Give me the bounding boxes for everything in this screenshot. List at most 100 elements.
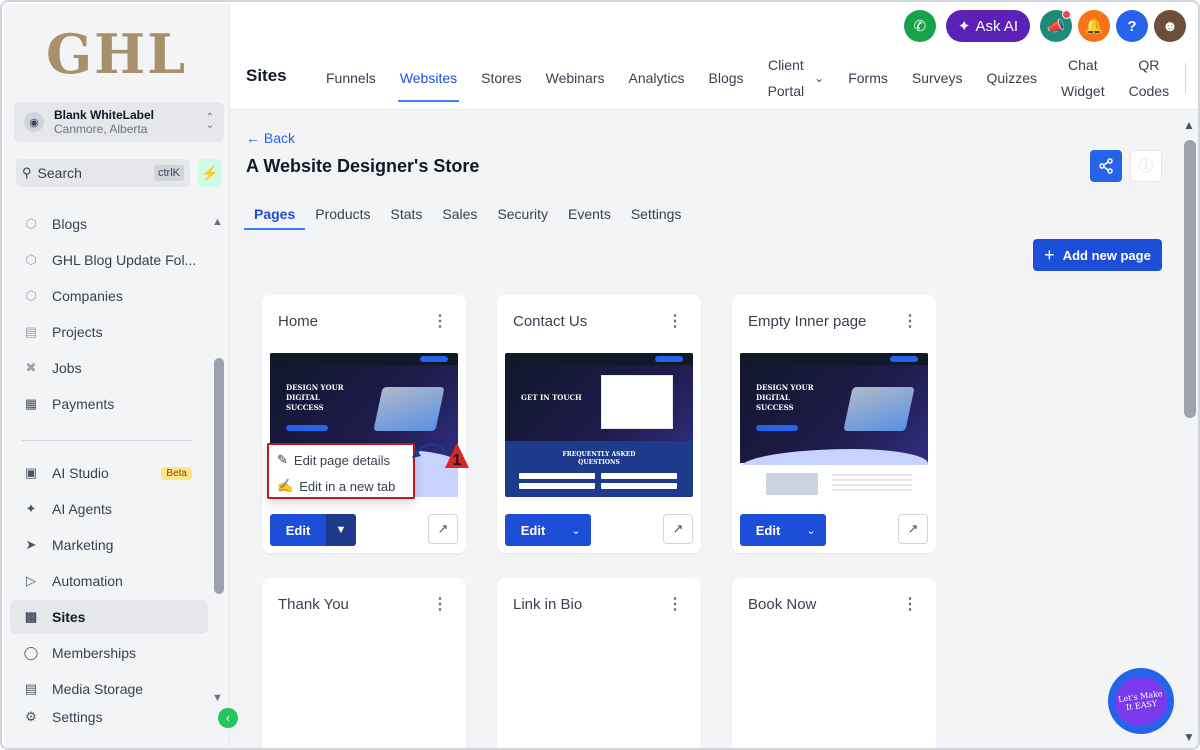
sidebar-item-marketing[interactable]: ➤ Marketing — [10, 528, 208, 562]
page-card-home[interactable]: Home ⋮ DESIGN YOUR DIGITAL SUCCESS Edit … — [262, 295, 466, 553]
quick-action-bolt-icon[interactable]: ⚡ — [198, 159, 222, 187]
thumbnail-cta — [756, 425, 798, 431]
tab-quizzes[interactable]: Quizzes — [974, 52, 1049, 104]
main-scrollbar-thumb[interactable] — [1184, 140, 1196, 418]
location-switcher[interactable]: ◉ Blank WhiteLabel Canmore, Alberta ⌃ ⌄ — [14, 102, 224, 142]
top-header: ✆ ✦ Ask AI 📣 🔔 ? ☻ Sites Funnels Website… — [230, 4, 1198, 110]
tab-client-portal[interactable]: Client Portal ⌄ — [756, 52, 837, 104]
ask-ai-label: Ask AI — [975, 17, 1018, 35]
thumbnail-nav — [270, 353, 458, 365]
sidebar-item-automation[interactable]: ▷ Automation — [10, 564, 208, 598]
scroll-up-icon[interactable]: ▲ — [212, 216, 223, 228]
page-card-contact-us[interactable]: Contact Us ⋮ GET IN TOUCH FREQUENTLY ASK… — [497, 295, 701, 553]
external-link-icon[interactable]: ↗ — [663, 514, 693, 544]
subtab-sales[interactable]: Sales — [432, 200, 487, 232]
user-avatar[interactable]: ☻ — [1154, 10, 1186, 42]
share-button[interactable] — [1090, 150, 1122, 182]
scroll-down-icon[interactable]: ▼ — [1183, 730, 1195, 744]
thumbnail-headline: GET IN TOUCH — [521, 393, 582, 402]
tools-icon: ✖ — [25, 360, 37, 375]
chevron-down-icon[interactable]: ▼ — [326, 514, 356, 546]
thumbnail-form — [601, 375, 673, 429]
sidebar-item-companies[interactable]: ⬡ Companies — [10, 279, 208, 313]
kebab-menu-icon[interactable]: ⋮ — [902, 311, 918, 331]
megaphone-icon[interactable]: 📣 — [1040, 10, 1072, 42]
thumbnail-faq-row — [601, 473, 677, 479]
page-card-link-in-bio[interactable]: Link in Bio ⋮ — [497, 578, 701, 748]
sidebar-item-memberships[interactable]: ◯ Memberships — [10, 636, 208, 670]
tab-forms[interactable]: Forms — [836, 52, 900, 104]
edit-square-icon: ✍ — [277, 478, 294, 493]
sidebar-search[interactable]: ⚲ Search ctrlK — [16, 159, 190, 187]
page-thumbnail[interactable]: GET IN TOUCH FREQUENTLY ASKED QUESTIONS — [505, 353, 693, 497]
external-link-icon[interactable]: ↗ — [898, 514, 928, 544]
ask-ai-button[interactable]: ✦ Ask AI — [945, 10, 1030, 42]
sidebar-item-blogs[interactable]: ⬡ Blogs — [10, 207, 208, 241]
ai-studio-icon: ▣ — [24, 465, 38, 480]
kebab-menu-icon[interactable]: ⋮ — [902, 594, 918, 614]
subtab-pages[interactable]: Pages — [244, 200, 306, 232]
sidebar-item-label: GHL Blog Update Fol... — [52, 252, 197, 268]
tab-blogs[interactable]: Blogs — [697, 52, 756, 104]
tab-funnels[interactable]: Funnels — [314, 52, 388, 104]
menu-item-edit-in-new-tab[interactable]: ✍ Edit in a new tab — [277, 475, 395, 497]
sidebar-item-label: Automation — [52, 573, 123, 589]
cube-icon: ⬡ — [25, 288, 37, 303]
edit-button[interactable]: Edit — [740, 514, 796, 546]
sidebar-divider — [22, 440, 192, 441]
sidebar-item-settings[interactable]: ⚙ Settings — [10, 700, 208, 734]
chevron-down-icon[interactable]: ⌄ — [561, 514, 591, 546]
clipboard-icon: ▤ — [24, 324, 38, 339]
edit-button-group: Edit ▼ — [270, 514, 356, 546]
sidebar-item-ghl-blog-update[interactable]: ⬡ GHL Blog Update Fol... — [10, 243, 208, 277]
page-card-thank-you[interactable]: Thank You ⋮ — [262, 578, 466, 748]
sidebar-item-jobs[interactable]: ✖ Jobs — [10, 351, 208, 385]
kebab-menu-icon[interactable]: ⋮ — [667, 311, 683, 331]
info-button[interactable]: ⓘ — [1130, 150, 1162, 182]
chevron-down-icon[interactable]: ⌄ — [796, 514, 826, 546]
subtab-events[interactable]: Events — [558, 200, 621, 232]
page-thumbnail[interactable]: DESIGN YOUR DIGITAL SUCCESS — [740, 353, 928, 497]
scroll-up-icon[interactable]: ▲ — [1183, 118, 1195, 132]
kebab-menu-icon[interactable]: ⋮ — [432, 594, 448, 614]
tab-surveys[interactable]: Surveys — [900, 52, 975, 104]
back-link[interactable]: ← Back — [246, 130, 295, 146]
page-card-title: Empty Inner page — [748, 313, 867, 330]
page-card-empty-inner-page[interactable]: Empty Inner page ⋮ DESIGN YOUR DIGITAL S… — [732, 295, 936, 553]
sidebar-item-projects[interactable]: ▤ Projects — [10, 315, 208, 349]
help-chat-bubble[interactable]: Let's Make It EASY — [1108, 668, 1174, 734]
sidebar-scrollbar[interactable] — [214, 358, 224, 594]
tab-webinars[interactable]: Webinars — [534, 52, 617, 104]
edit-button[interactable]: Edit — [270, 514, 326, 546]
sidebar-item-payments[interactable]: ▦ Payments — [10, 387, 208, 421]
page-card-title: Home — [278, 313, 319, 330]
help-icon[interactable]: ? — [1116, 10, 1148, 42]
subtab-security[interactable]: Security — [487, 200, 558, 232]
sidebar-item-sites[interactable]: ▩ Sites — [10, 600, 208, 634]
sidebar-item-ai-studio[interactable]: ▣ AI Studio Beta — [10, 456, 208, 490]
external-link-icon[interactable]: ↗ — [428, 514, 458, 544]
phone-icon[interactable]: ✆ — [903, 10, 936, 42]
scroll-down-icon[interactable]: ▼ — [212, 692, 223, 704]
cube-icon: ⬡ — [25, 216, 37, 231]
kebab-menu-icon[interactable]: ⋮ — [432, 311, 448, 331]
subtab-settings[interactable]: Settings — [621, 200, 692, 232]
kebab-menu-icon[interactable]: ⋮ — [667, 594, 683, 614]
subtab-stats[interactable]: Stats — [381, 200, 433, 232]
tab-analytics[interactable]: Analytics — [617, 52, 697, 104]
sidebar-item-ai-agents[interactable]: ✦ AI Agents — [10, 492, 208, 526]
add-new-page-button[interactable]: + Add new page — [1033, 239, 1162, 271]
location-icon: ◉ — [24, 112, 44, 132]
tab-stores[interactable]: Stores — [469, 52, 533, 104]
edit-button[interactable]: Edit — [505, 514, 561, 546]
collapse-sidebar-icon[interactable]: ‹ — [218, 708, 238, 728]
menu-item-edit-page-details[interactable]: ✎ Edit page details — [277, 449, 390, 471]
brand-logo[interactable]: GHL — [46, 22, 187, 86]
edit-button-group: Edit ⌄ — [505, 514, 591, 546]
page-card-book-now[interactable]: Book Now ⋮ — [732, 578, 936, 748]
tab-qr-codes[interactable]: QR Codes — [1117, 52, 1181, 104]
bell-icon[interactable]: 🔔 — [1078, 10, 1110, 42]
tab-chat-widget[interactable]: Chat Widget — [1049, 52, 1117, 104]
tab-websites[interactable]: Websites — [388, 52, 469, 104]
subtab-products[interactable]: Products — [305, 200, 380, 232]
